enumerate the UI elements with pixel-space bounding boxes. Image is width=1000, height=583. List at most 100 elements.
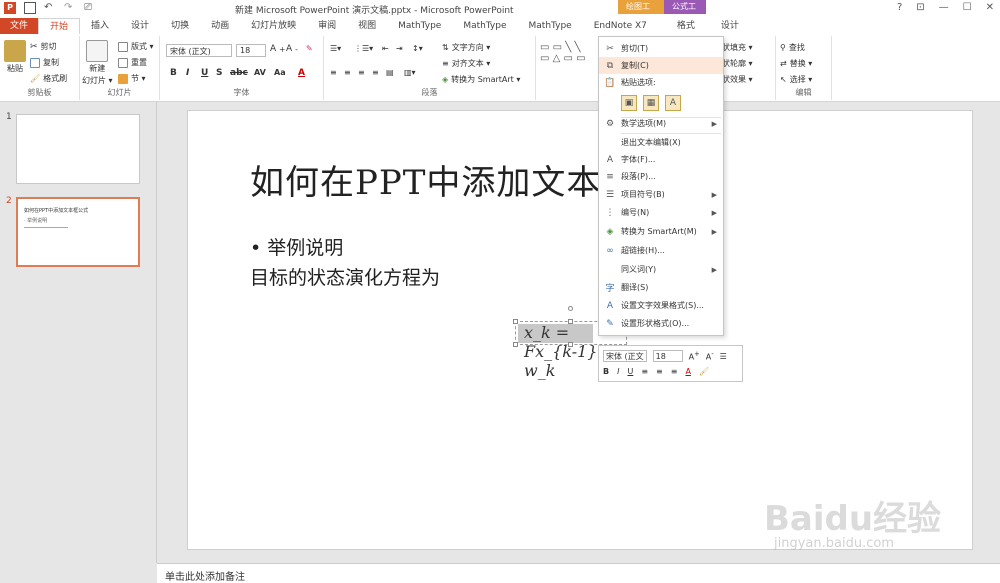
numbering-icon[interactable]: ⋮☰▾	[354, 44, 373, 53]
tab-insert[interactable]: 插入	[80, 18, 120, 34]
paste-button[interactable]: 粘贴	[4, 40, 26, 74]
menu-item-format-text-effects[interactable]: A 设置文字效果格式(S)...	[599, 297, 723, 314]
resize-handle[interactable]	[568, 319, 573, 324]
font-name-select[interactable]: 宋体 (正文)	[166, 44, 232, 57]
shapes-gallery[interactable]: ▭ ▭ ╲ ╲ ▭ △ ▭ ▭	[540, 42, 586, 64]
tab-animations[interactable]: 动画	[200, 18, 240, 34]
slide-thumbnail-1[interactable]	[16, 114, 140, 184]
format-painter-button[interactable]: 🖌 格式刷	[30, 73, 67, 84]
menu-item-bullets[interactable]: ☰ 项目符号(B) ▶	[599, 186, 723, 203]
underline-button[interactable]: U	[201, 68, 208, 78]
tab-review[interactable]: 审阅	[307, 18, 347, 34]
distributed-icon[interactable]: ▤	[386, 68, 394, 77]
help-button[interactable]: ?	[897, 2, 902, 13]
align-right-icon[interactable]: ≡	[358, 68, 365, 77]
shape-fill-button[interactable]: 状填充 ▾	[722, 42, 753, 53]
rotate-handle[interactable]	[568, 306, 573, 311]
shadow-button[interactable]: S	[216, 68, 222, 78]
menu-item-hyperlink[interactable]: ∞ 超链接(H)...	[599, 242, 723, 259]
tab-home[interactable]: 开始	[38, 17, 81, 35]
tab-design[interactable]: 设计	[120, 18, 160, 34]
reset-button[interactable]: 重置	[118, 57, 147, 68]
tab-slideshow[interactable]: 幻灯片放映	[240, 18, 307, 34]
menu-item-paragraph[interactable]: ≡ 段落(P)...	[599, 168, 723, 185]
mini-underline-button[interactable]: U	[627, 367, 633, 376]
slide-bullet[interactable]: • 举例说明	[250, 233, 343, 260]
menu-item-format-shape[interactable]: ✎ 设置形状格式(O)...	[599, 315, 723, 332]
font-grow-icon[interactable]: A+	[689, 350, 700, 362]
menu-item-numbering[interactable]: ⋮ 编号(N) ▶	[599, 204, 723, 221]
text-direction-button[interactable]: ⇅ 文字方向 ▾	[442, 42, 490, 53]
mini-align-right-icon[interactable]: ≡	[671, 367, 678, 376]
slide-body-text[interactable]: 目标的状态演化方程为	[250, 263, 440, 290]
line-spacing-icon[interactable]: ↕▾	[412, 44, 423, 53]
menu-item-font[interactable]: A 字体(F)...	[599, 151, 723, 168]
undo-icon[interactable]: ↶	[44, 2, 56, 14]
tab-format[interactable]: 格式	[666, 18, 706, 34]
tab-equation-design[interactable]: 设计	[710, 18, 750, 34]
tab-mathtype-2[interactable]: MathType	[452, 18, 517, 34]
justify-icon[interactable]: ≡	[372, 68, 379, 77]
indent-icon[interactable]: ☰	[720, 352, 727, 361]
resize-handle[interactable]	[568, 342, 573, 347]
shape-effects-button[interactable]: 状效果 ▾	[722, 74, 753, 85]
menu-item-synonyms[interactable]: 同义词(Y) ▶	[599, 261, 723, 278]
paste-keep-source-icon[interactable]: ▣	[621, 95, 637, 111]
menu-item-translate[interactable]: 字 翻译(S)	[599, 279, 723, 296]
mini-bold-button[interactable]: B	[603, 367, 609, 376]
slide-canvas[interactable]: 如何在PPT中添加文本框公式 • 举例说明 目标的状态演化方程为 x_k = F…	[187, 110, 973, 551]
mini-font-color-icon[interactable]: A	[685, 367, 690, 376]
tab-transitions[interactable]: 切换	[160, 18, 200, 34]
align-left-icon[interactable]: ≡	[330, 68, 337, 77]
tab-file[interactable]: 文件	[0, 18, 39, 34]
notes-pane[interactable]: 单击此处添加备注	[157, 563, 1000, 583]
new-slide-button[interactable]: 新建 幻灯片 ▾	[82, 40, 113, 86]
tab-mathtype-3[interactable]: MathType	[518, 18, 583, 34]
strikethrough-button[interactable]: abc	[230, 68, 248, 78]
columns-icon[interactable]: ▥▾	[404, 68, 416, 77]
menu-item-exit-text-edit[interactable]: 退出文本编辑(X)	[599, 134, 723, 151]
align-text-button[interactable]: ≡ 对齐文本 ▾	[442, 58, 490, 69]
tab-mathtype-1[interactable]: MathType	[387, 18, 452, 34]
align-center-icon[interactable]: ≡	[344, 68, 351, 77]
mini-font-size-select[interactable]: 18	[652, 350, 683, 362]
tab-endnote[interactable]: EndNote X7	[583, 18, 658, 34]
italic-button[interactable]: I	[186, 68, 189, 78]
find-button[interactable]: ⚲ 查找	[780, 42, 805, 53]
copy-button[interactable]: 复制	[30, 57, 59, 68]
select-button[interactable]: ↖ 选择 ▾	[780, 74, 812, 85]
font-size-select[interactable]: 18	[236, 44, 266, 57]
menu-item-copy[interactable]: ⧉ 复制(C)	[599, 57, 723, 74]
section-button[interactable]: 节 ▾	[118, 73, 146, 84]
decrease-indent-icon[interactable]: ⇤	[382, 44, 389, 53]
cut-button[interactable]: ✂ 剪切	[30, 41, 57, 52]
font-size-shrink-icon[interactable]: A-	[286, 44, 298, 54]
minimize-button[interactable]: —	[939, 2, 949, 13]
menu-item-convert-smartart[interactable]: ◈ 转换为 SmartArt(M) ▶	[599, 223, 723, 240]
layout-button[interactable]: 版式 ▾	[118, 41, 154, 52]
redo-icon[interactable]: ↷	[64, 2, 76, 14]
char-spacing-button[interactable]: AV	[254, 68, 266, 77]
maximize-button[interactable]: ☐	[963, 2, 972, 13]
resize-handle[interactable]	[513, 319, 518, 324]
close-button[interactable]: ✕	[986, 2, 994, 13]
slide-thumbnail-2[interactable]: 如何在PPT中添加文本框公式 · 举例说明	[16, 197, 140, 267]
save-icon[interactable]	[24, 2, 36, 14]
increase-indent-icon[interactable]: ⇥	[396, 44, 403, 53]
shape-outline-button[interactable]: 状轮廓 ▾	[722, 58, 753, 69]
mini-font-name-select[interactable]: 宋体 (正文	[603, 350, 647, 362]
font-shrink-icon[interactable]: A-	[706, 350, 714, 362]
paste-text-only-icon[interactable]: A	[665, 95, 681, 111]
convert-smartart-button[interactable]: ◈ 转换为 SmartArt ▾	[442, 74, 520, 85]
clear-formatting-icon[interactable]: ✎	[306, 44, 313, 53]
tab-view[interactable]: 视图	[347, 18, 387, 34]
ribbon-display-button[interactable]: ⊡	[916, 2, 924, 13]
mini-format-painter-icon[interactable]: 🖌	[699, 367, 709, 376]
menu-item-math-options[interactable]: ⚙ 数学选项(M) ▶	[599, 115, 723, 132]
start-from-beginning-icon[interactable]: ⎚	[84, 2, 96, 14]
paste-picture-icon[interactable]: ▦	[643, 95, 659, 111]
mini-align-left-icon[interactable]: ≡	[641, 367, 648, 376]
resize-handle[interactable]	[513, 342, 518, 347]
font-size-grow-icon[interactable]: A +	[270, 44, 285, 54]
bullets-icon[interactable]: ☰▾	[330, 44, 341, 53]
